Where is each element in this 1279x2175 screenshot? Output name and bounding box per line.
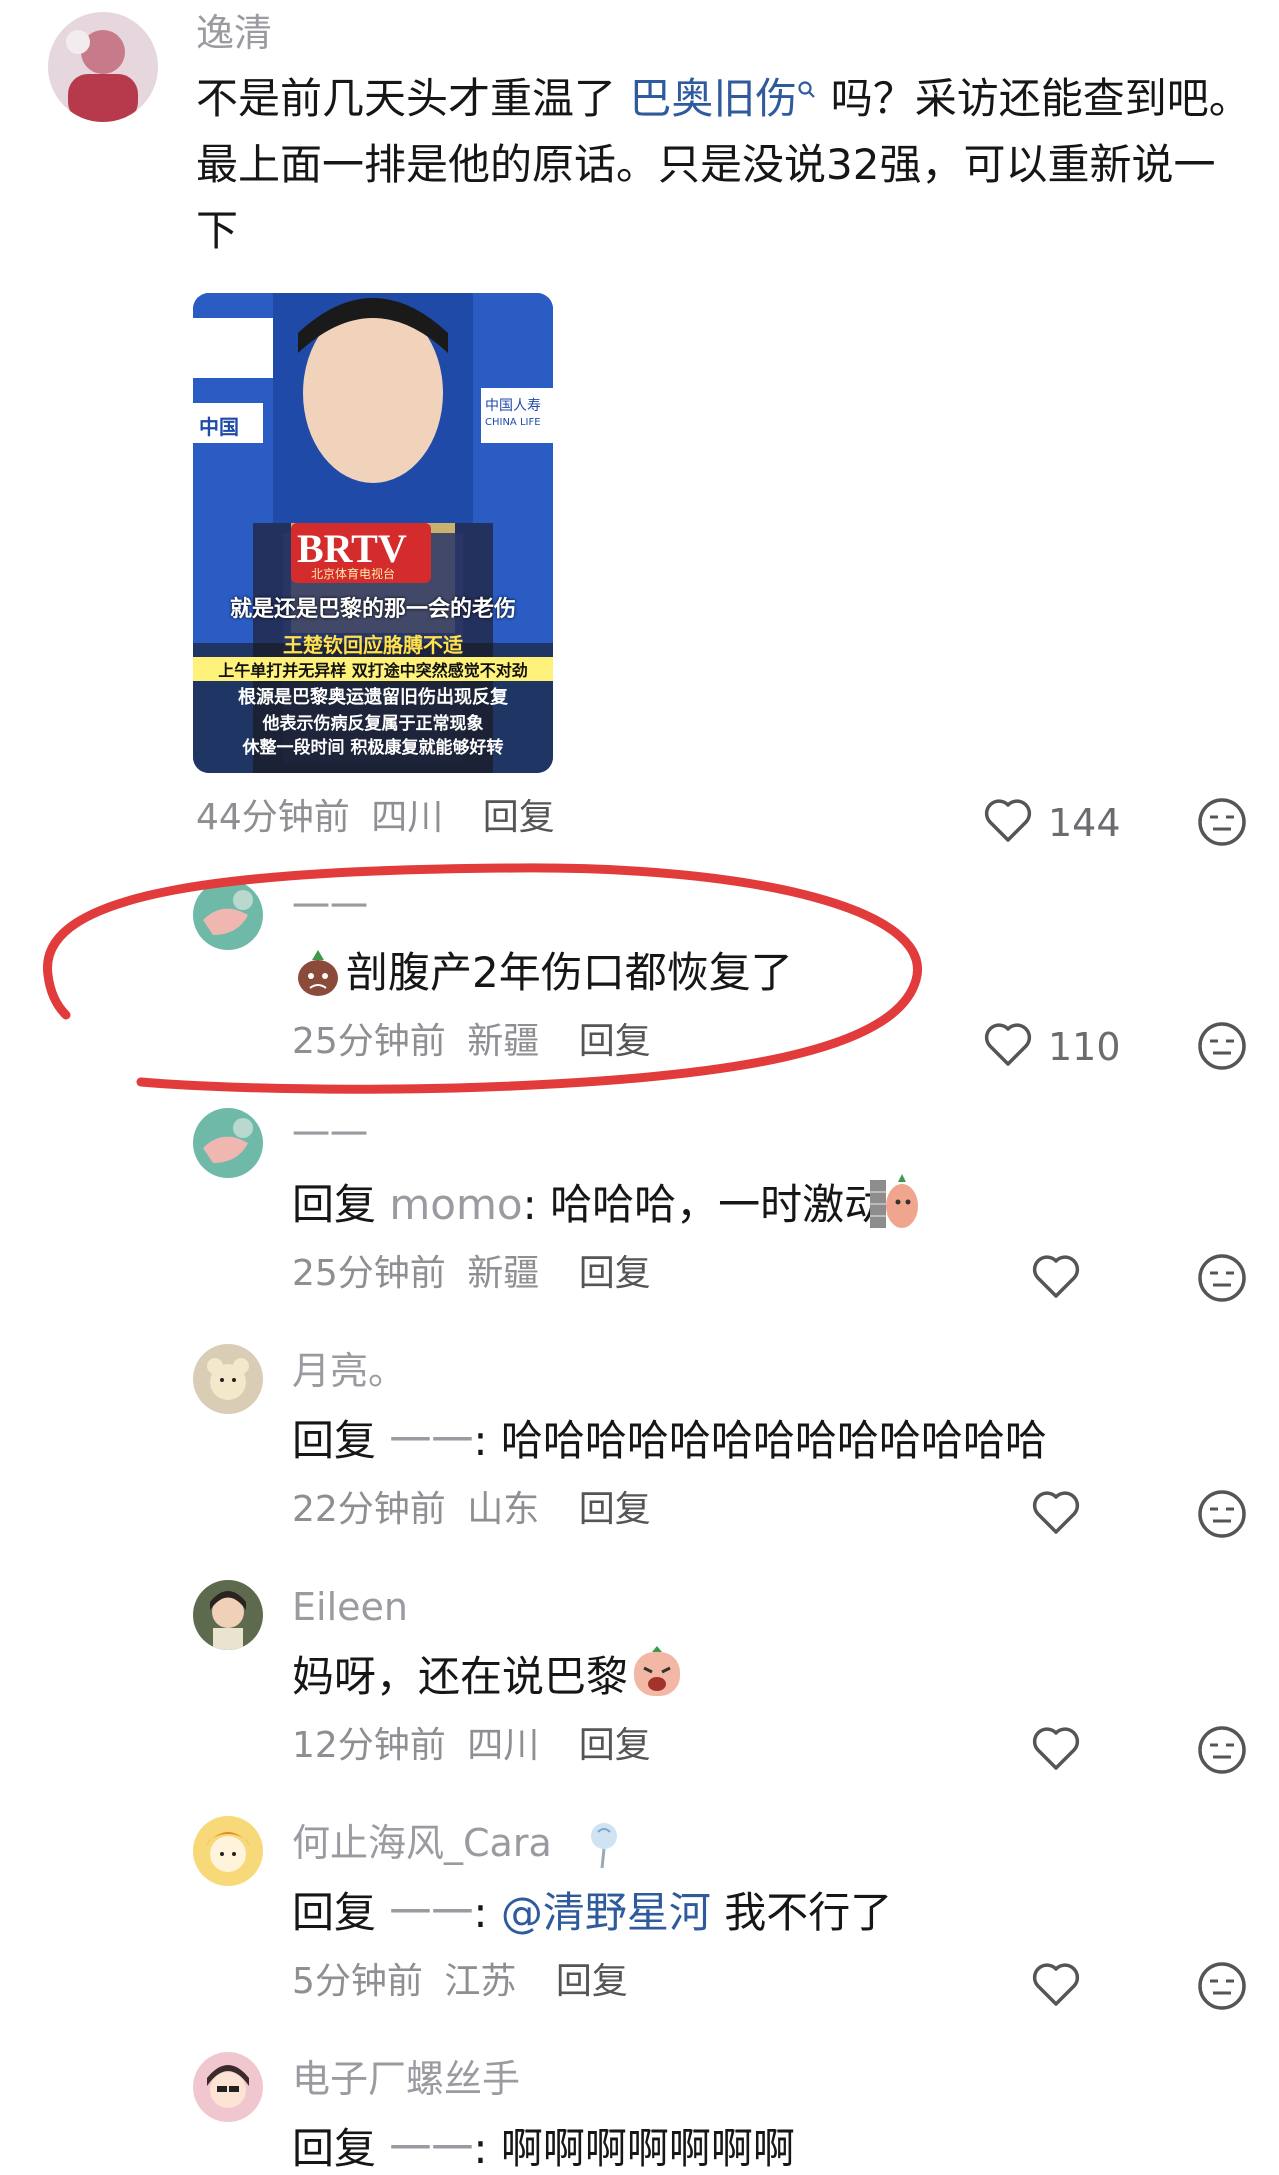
heart-icon[interactable] — [982, 1020, 1034, 1068]
location: 山东 — [467, 1489, 540, 1530]
right-sponsor: 中国人寿 — [485, 398, 541, 414]
dislike-face-icon[interactable] — [1196, 796, 1248, 848]
broadcaster-logo-sub: 北京体育电视台 — [311, 567, 396, 581]
avatar[interactable] — [48, 12, 158, 122]
dislike-face-icon[interactable] — [1196, 1724, 1248, 1776]
video-thumbnail[interactable]: 中国 中国人寿 CHINA LIFE BRTV 北京体育电视台 就是还是巴黎的那… — [193, 293, 553, 773]
emoji — [630, 1646, 684, 1700]
username[interactable]: 月亮。 — [292, 1352, 406, 1390]
heart-icon[interactable] — [1030, 1252, 1082, 1300]
right-sponsor-sub: CHINA LIFE — [485, 417, 541, 428]
comment-text: 回复 一一: 哈哈哈哈哈哈哈哈哈哈哈哈哈 — [292, 1420, 1047, 1462]
comment-text-segment: : 啊啊啊啊啊啊啊 — [473, 2124, 795, 2173]
comment-text-line: 下 — [196, 206, 239, 255]
comment-meta: 25分钟前 新疆 回复 — [292, 1256, 651, 1292]
username[interactable]: 一一 — [292, 1116, 368, 1154]
reply-target[interactable]: 一一 — [389, 1416, 473, 1465]
reply-prefix: 回复 — [292, 2124, 390, 2173]
dislike-face-icon[interactable] — [1196, 1488, 1248, 1540]
emoji — [584, 1818, 624, 1870]
comment-meta: 5分钟前 江苏 回复 — [292, 1964, 628, 2000]
reply-prefix: 回复 — [292, 1416, 390, 1465]
timestamp: 12分钟前 — [292, 1725, 446, 1766]
dislike-face-icon[interactable] — [1196, 1020, 1248, 1072]
dislike-face-icon[interactable] — [1196, 1960, 1248, 2012]
like-count: 144 — [1048, 801, 1121, 845]
username[interactable]: 何止海风_Cara — [292, 1824, 552, 1862]
comment-text-segment: 吗？采访还能查到吧。 — [817, 74, 1251, 123]
emoji — [868, 1172, 920, 1232]
reply-button[interactable]: 回复 — [556, 1961, 628, 2002]
username[interactable]: Eileen — [292, 1588, 408, 1626]
reply-prefix: 回复 — [292, 1888, 390, 1937]
comment-text: 不是前几天头才重温了 巴奥旧伤 吗？采访还能查到吧。 — [196, 78, 1251, 120]
search-icon[interactable] — [797, 80, 817, 100]
comment-text: 回复 momo: 哈哈哈，一时激动 — [292, 1184, 886, 1226]
heart-icon[interactable] — [982, 796, 1034, 844]
search-link[interactable]: 巴奥旧伤 — [629, 74, 797, 123]
reply-button[interactable]: 回复 — [579, 1725, 651, 1766]
caption-line: 根源是巴黎奥运遗留旧伤出现反复 — [238, 687, 508, 708]
dislike-face-icon[interactable] — [1196, 1252, 1248, 1304]
username[interactable]: 逸清 — [196, 14, 272, 52]
location: 四川 — [371, 797, 444, 838]
heart-icon[interactable] — [1030, 1724, 1082, 1772]
comment-meta: 44分钟前 四川 回复 — [196, 800, 555, 836]
reply-target[interactable]: 一一 — [389, 2124, 473, 2173]
comment-text-segment: 我不行了 — [710, 1888, 893, 1937]
comment-text-segment: : 哈哈哈，一时激动 — [522, 1180, 887, 1229]
username[interactable]: 电子厂螺丝手 — [292, 2060, 520, 2098]
annotation-circle — [43, 863, 922, 1094]
avatar[interactable] — [193, 1580, 263, 1650]
timestamp: 25分钟前 — [292, 1253, 446, 1294]
caption-line: 上午单打并无异样 双打途中突然感觉不对劲 — [193, 657, 553, 681]
avatar[interactable] — [193, 1108, 263, 1178]
reply-button[interactable]: 回复 — [579, 1253, 651, 1294]
left-sponsor: 中国 — [199, 415, 239, 439]
location: 新疆 — [467, 1253, 540, 1294]
caption-title: 王楚钦回应胳膊不适 — [283, 633, 463, 657]
comment-meta: 22分钟前 山东 回复 — [292, 1492, 651, 1528]
reply-target[interactable]: momo — [389, 1180, 522, 1229]
comment-text: 回复 一一: 啊啊啊啊啊啊啊 — [292, 2128, 795, 2170]
reply-button[interactable]: 回复 — [483, 797, 555, 838]
caption-line: 休整一段时间 积极康复就能够好转 — [242, 738, 504, 758]
timestamp: 22分钟前 — [292, 1489, 446, 1530]
heart-icon[interactable] — [1030, 1960, 1082, 2008]
caption-line: 他表示伤病反复属于正常现象 — [262, 714, 484, 734]
timestamp: 44分钟前 — [196, 797, 350, 838]
like-count: 110 — [1048, 1025, 1121, 1069]
mention-link[interactable]: @清野星河 — [501, 1888, 711, 1937]
location: 江苏 — [444, 1961, 517, 2002]
reply-button[interactable]: 回复 — [579, 1489, 651, 1530]
reply-target[interactable]: 一一 — [389, 1888, 473, 1937]
avatar[interactable] — [193, 2052, 263, 2122]
avatar[interactable] — [193, 1344, 263, 1414]
reply-prefix: 回复 — [292, 1180, 390, 1229]
heart-icon[interactable] — [1030, 1488, 1082, 1536]
avatar[interactable] — [193, 1816, 263, 1886]
comment-text: 妈呀，还在说巴黎 — [292, 1652, 629, 1701]
comment-meta: 12分钟前 四川 回复 — [292, 1728, 651, 1764]
video-subtitle: 就是还是巴黎的那一会的老伤 — [229, 597, 516, 622]
comment-text-segment: 不是前几天头才重温了 — [196, 74, 630, 123]
comment-text: 回复 一一: @清野星河 我不行了 — [292, 1892, 892, 1934]
comment-text-segment: : 哈哈哈哈哈哈哈哈哈哈哈哈哈 — [473, 1416, 1047, 1465]
comment-text-line: 最上面一排是他的原话。只是没说32强，可以重新说一 — [196, 140, 1216, 189]
timestamp: 5分钟前 — [292, 1961, 423, 2002]
location: 四川 — [467, 1725, 540, 1766]
colon: : — [473, 1888, 501, 1937]
